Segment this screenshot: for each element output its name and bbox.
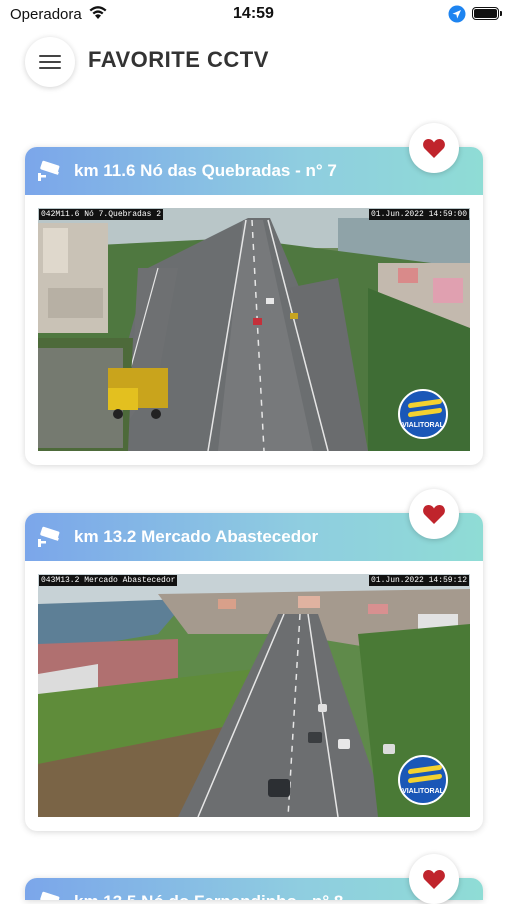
menu-button[interactable] (25, 37, 75, 87)
favorite-button[interactable] (409, 854, 459, 904)
logo-text: VIALITORAL (402, 788, 444, 795)
card-title: km 13.2 Mercado Abastecedor (74, 527, 319, 546)
camera-id-overlay: 043M13.2 Mercado Abastecedor (39, 575, 178, 586)
logo-text: VIALITORAL (402, 422, 444, 429)
cctv-camera-icon (37, 160, 63, 187)
vialitoral-logo-icon: VIALITORAL (398, 755, 448, 805)
camera-id-overlay: 042M11.6 Nó 7.Quebradas 2 (39, 209, 164, 220)
vialitoral-logo-icon: VIALITORAL (398, 389, 448, 439)
cctv-card[interactable]: km 13.2 Mercado Abastecedor 043M13.2 Mer… (25, 489, 483, 831)
cctv-card[interactable]: km 13.5 Nó do Fernandinho - n° 8 (25, 854, 483, 904)
camera-feed-image[interactable]: 042M11.6 Nó 7.Quebradas 2 01.Jun.2022 14… (38, 208, 470, 451)
favorite-button[interactable] (409, 489, 459, 539)
card-title: km 13.5 Nó do Fernandinho - n° 8 (74, 892, 343, 900)
timestamp-overlay: 01.Jun.2022 14:59:12 (368, 575, 469, 586)
clock: 14:59 (233, 5, 274, 22)
cctv-card[interactable]: km 11.6 Nó das Quebradas - n° 7 042M11.6… (25, 123, 483, 465)
cctv-camera-icon (37, 526, 63, 553)
camera-feed-image[interactable]: 043M13.2 Mercado Abastecedor 01.Jun.2022… (38, 574, 470, 817)
status-bar: Operadora 14:59 (0, 0, 507, 28)
battery-icon (472, 7, 502, 20)
card-title: km 11.6 Nó das Quebradas - n° 7 (74, 161, 337, 180)
page-title: FAVORITE CCTV (88, 47, 269, 72)
favorite-button[interactable] (409, 123, 459, 173)
location-arrow-icon (448, 5, 466, 28)
cctv-camera-icon (37, 891, 63, 900)
timestamp-overlay: 01.Jun.2022 14:59:00 (368, 209, 469, 220)
